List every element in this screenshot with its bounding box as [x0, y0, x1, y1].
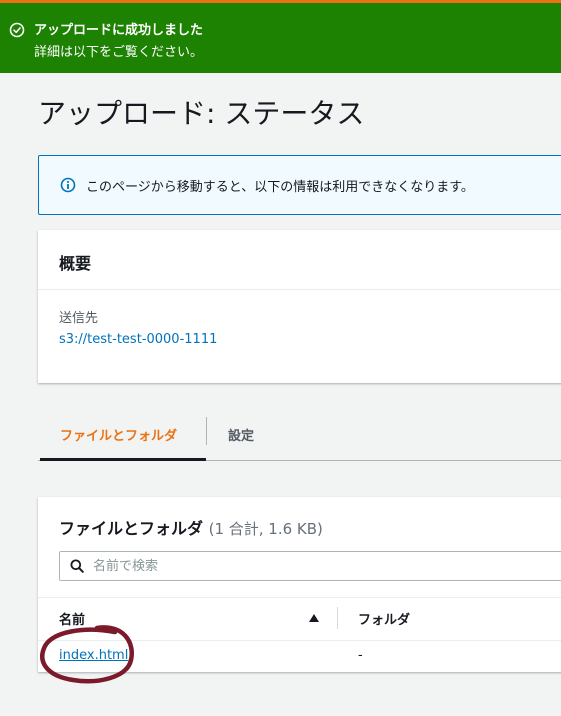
file-name-link[interactable]: index.html — [59, 648, 128, 663]
column-header-name[interactable]: 名前 — [59, 609, 85, 628]
table-header-line — [38, 640, 561, 641]
tab-separator — [206, 417, 207, 445]
file-folder-value: - — [358, 648, 363, 663]
files-title-text: ファイルとフォルダ — [59, 519, 204, 538]
info-alert: このページから移動すると、以下の情報は利用できなくなります。 — [38, 155, 561, 215]
tab-settings[interactable]: 設定 — [228, 425, 254, 444]
sort-ascending-icon[interactable] — [309, 614, 319, 622]
column-separator — [337, 607, 338, 629]
column-header-folder[interactable]: フォルダ — [358, 609, 410, 628]
destination-link[interactable]: s3://test-test-0000-1111 — [59, 332, 217, 347]
tabs: ファイルとフォルダ 設定 — [38, 405, 561, 461]
search-box[interactable] — [59, 551, 561, 581]
search-icon — [70, 559, 84, 573]
tab-files-and-folders[interactable]: ファイルとフォルダ — [38, 405, 206, 461]
check-circle-icon — [9, 22, 25, 38]
destination-label: 送信先 — [59, 311, 99, 326]
success-flash-banner: アップロードに成功しました 詳細は以下をご覧ください。 — [0, 3, 561, 73]
files-and-folders-card: ファイルとフォルダ (1 合計, 1.6 KB) 名前 フォルダ index.h… — [38, 497, 561, 672]
summary-title: 概要 — [59, 254, 92, 273]
flash-title: アップロードに成功しました — [34, 23, 204, 38]
summary-card: 概要 送信先 s3://test-test-0000-1111 — [38, 230, 561, 383]
summary-divider — [38, 289, 561, 290]
info-icon — [60, 177, 76, 193]
search-input[interactable] — [93, 556, 553, 576]
flash-body: 詳細は以下をご覧ください。 — [34, 45, 204, 60]
page-title: アップロード: ステータス — [38, 97, 365, 130]
files-count: (1 合計, 1.6 KB) — [208, 520, 323, 538]
files-section-title: ファイルとフォルダ (1 合計, 1.6 KB) — [59, 515, 323, 539]
table-divider — [38, 597, 561, 598]
active-tab-indicator — [40, 458, 206, 461]
tab-files-and-folders-label: ファイルとフォルダ — [60, 429, 178, 444]
info-alert-text: このページから移動すると、以下の情報は利用できなくなります。 — [86, 180, 474, 195]
